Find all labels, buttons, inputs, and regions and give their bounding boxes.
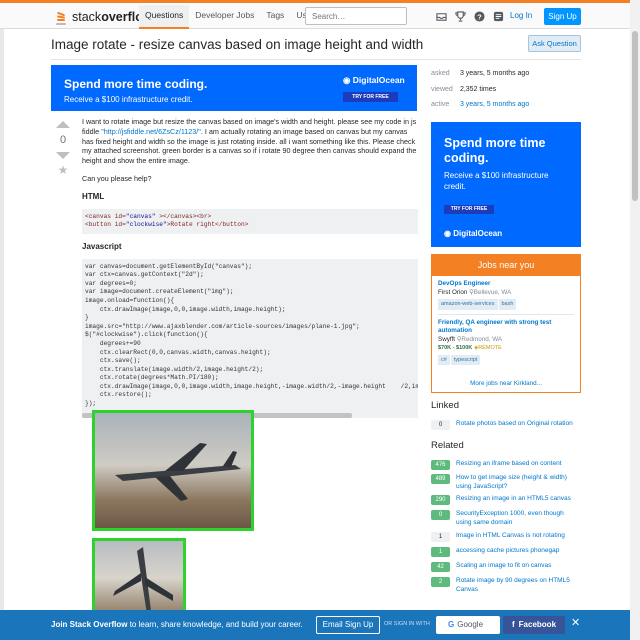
sidebar-ad-brand: ◉ DigitalOcean	[444, 229, 503, 238]
job-tag[interactable]: typescript	[450, 354, 481, 365]
job-tag[interactable]: bash	[498, 299, 517, 310]
rotated-airplane-icon	[113, 547, 173, 614]
search-input[interactable]	[305, 7, 407, 25]
viewed-value: 2,352 times	[459, 85, 497, 93]
or-sign-in-label: OR SIGN IN WITH	[384, 621, 430, 627]
ask-question-button[interactable]: Ask Question	[528, 35, 581, 52]
related-item[interactable]: 476 Resizing an iframe based on content	[431, 460, 581, 470]
banner-ad-headline: Spend more time coding.	[64, 77, 208, 91]
job-item[interactable]: Friendly, QA engineer with strong test a…	[432, 315, 580, 370]
svg-text:?: ?	[477, 12, 482, 21]
related-item[interactable]: 489 How to get image size (height & width…	[431, 474, 581, 491]
nav-questions[interactable]: Questions	[139, 5, 190, 29]
review-icon[interactable]	[493, 11, 504, 22]
site-logo[interactable]: stackoverflow	[55, 9, 153, 25]
related-heading: Related	[431, 440, 464, 451]
inbox-icon[interactable]	[436, 11, 447, 22]
related-item[interactable]: 290 Resizing an image in an HTML5 canvas	[431, 495, 581, 505]
related-item[interactable]: 1 accessing cache pictures phonegap	[431, 547, 581, 557]
linked-heading: Linked	[431, 400, 459, 411]
question-stats: asked 3 years, 5 months ago viewed 2,352…	[431, 66, 529, 113]
nav-developer-jobs[interactable]: Developer Jobs	[189, 5, 260, 29]
logo-prefix: stack	[72, 10, 102, 24]
sidebar-ad-headline: Spend more time coding.	[444, 136, 546, 165]
email-signup-button[interactable]: Email Sign Up	[316, 616, 380, 634]
airplane-icon	[115, 443, 241, 501]
job-remote: REMOTE	[478, 345, 502, 351]
related-item[interactable]: 1 Image in HTML Canvas is not rotating	[431, 532, 581, 542]
digitalocean-icon: ◉	[444, 229, 454, 238]
nav-tags[interactable]: Tags	[260, 5, 290, 29]
facebook-icon: f	[512, 620, 515, 629]
top-icons: ?	[436, 11, 504, 22]
banner-ad-brand: ◉ DigitalOcean	[343, 75, 405, 85]
signup-button[interactable]: Sign Up	[544, 8, 581, 25]
upvote-icon[interactable]	[56, 121, 70, 128]
trophy-icon[interactable]	[455, 11, 466, 22]
jsfiddle-link[interactable]: "http://jsfiddle.net/6ZsCz/1123/"	[101, 127, 201, 136]
job-salary: $70K - $100K	[438, 345, 473, 351]
viewed-label: viewed	[431, 85, 453, 93]
related-item[interactable]: 0 SecurityException 1000, even though usi…	[431, 510, 581, 527]
join-banner: Join Stack Overflow to learn, share know…	[0, 610, 640, 640]
related-item[interactable]: 2 Rotate image by 90 degrees on HTML5 Can…	[431, 577, 581, 594]
active-value[interactable]: 3 years, 5 months ago	[460, 101, 529, 108]
sidebar-ad-try-button[interactable]: TRY FOR FREE	[444, 205, 494, 214]
vote-cell: 0 ★	[56, 121, 70, 177]
job-title[interactable]: DevOps Engineer	[438, 280, 574, 289]
banner-ad-try-button[interactable]: TRY FOR FREE	[343, 92, 398, 102]
page-scrollbar[interactable]	[630, 0, 640, 640]
join-banner-text: Join Stack Overflow to learn, share know…	[51, 620, 303, 629]
vote-count: 0	[59, 134, 67, 146]
facebook-signin-button[interactable]: f Facebook	[503, 616, 565, 634]
title-divider	[51, 59, 581, 60]
asked-value: 3 years, 5 months ago	[459, 70, 530, 77]
sidebar-ad-subline: Receive a $100 infrastructure credit.	[444, 171, 549, 191]
sidebar-ad[interactable]: Spend more time coding. Receive a $100 i…	[431, 122, 581, 247]
jobs-widget: Jobs near you DevOps Engineer First Orio…	[431, 254, 581, 393]
banner-ad[interactable]: Spend more time coding. Receive a $100 i…	[51, 65, 417, 111]
linked-item[interactable]: 0 Rotate photos based on Original rotatio…	[431, 420, 581, 430]
javascript-heading: Javascript	[82, 241, 122, 251]
linked-list: 0 Rotate photos based on Original rotatio…	[431, 420, 581, 434]
main-nav: Questions Developer Jobs Tags Users	[139, 5, 325, 29]
active-label: active	[431, 101, 450, 108]
screenshot-plane-image	[92, 410, 254, 531]
asked-label: asked	[431, 70, 450, 77]
downvote-icon[interactable]	[56, 152, 70, 159]
job-item[interactable]: DevOps Engineer First Orion ⚲Bellevue, W…	[432, 276, 580, 314]
html-code-block: <canvas id="canvas" ></canvas><br> <butt…	[82, 208, 418, 234]
question-title[interactable]: Image rotate - resize canvas based on im…	[51, 37, 423, 52]
job-title[interactable]: Friendly, QA engineer with strong test a…	[438, 319, 574, 336]
screenshot-rotated-plane-image	[92, 538, 186, 618]
more-jobs-link[interactable]: More jobs near Kirkland...	[432, 380, 580, 387]
question-text: I want to rotate image but resize the ca…	[82, 117, 417, 166]
jobs-heading: Jobs near you	[432, 255, 580, 276]
google-icon: G	[448, 620, 455, 629]
favorite-star-icon[interactable]: ★	[56, 163, 70, 177]
google-signin-button[interactable]: G Google	[436, 616, 500, 634]
job-tag[interactable]: amazon-web-services	[438, 299, 498, 310]
question-help-text: Can you please help?	[82, 173, 152, 183]
top-bar: stackoverflow Questions Developer Jobs T…	[0, 0, 640, 29]
close-icon[interactable]: ✕	[571, 616, 583, 630]
job-tag[interactable]: c#	[438, 354, 450, 365]
help-icon[interactable]: ?	[474, 11, 485, 22]
html-heading: HTML	[82, 191, 105, 201]
related-list: 476 Resizing an iframe based on content 4…	[431, 460, 581, 598]
login-link[interactable]: Log In	[510, 11, 532, 20]
javascript-code-block: var canvas=document.getElementById("canv…	[82, 258, 418, 413]
digitalocean-icon: ◉	[343, 75, 353, 85]
related-item[interactable]: 42 Scaling an image to fit on canvas	[431, 562, 581, 572]
logo-icon	[55, 9, 69, 25]
question-body: I want to rotate image but resize the ca…	[82, 117, 418, 418]
banner-ad-subline: Receive a $100 infrastructure credit.	[64, 95, 193, 104]
